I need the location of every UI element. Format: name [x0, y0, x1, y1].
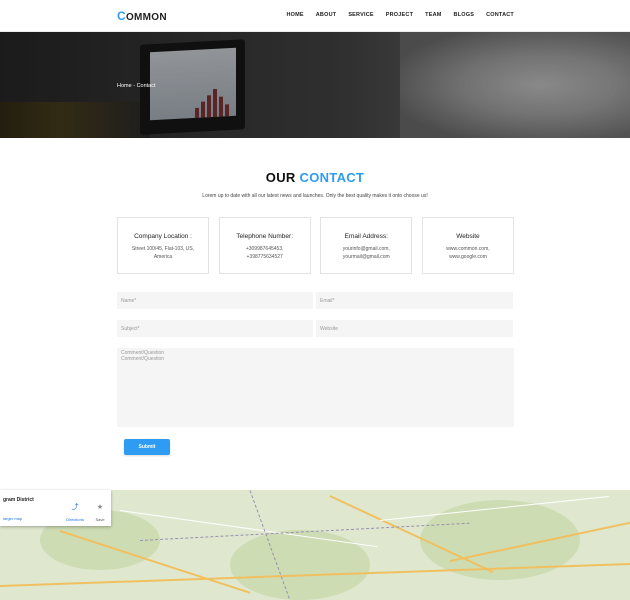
save-button[interactable]: ★ Save: [92, 496, 108, 522]
card-line: +309987645453,: [245, 246, 284, 252]
card-telephone: Telephone Number: +309987645453, +398775…: [218, 217, 311, 274]
directions-icon: ⤴: [71, 504, 79, 511]
nav-blogs[interactable]: BLOGS: [454, 12, 475, 18]
larger-map-link[interactable]: larger map: [3, 516, 22, 521]
site-header: COMMON HOME ABOUT SERVICE PROJECT TEAM B…: [0, 0, 630, 32]
page-subtitle: Lorem up to date with all our latest new…: [202, 193, 428, 199]
site-logo[interactable]: COMMON: [117, 9, 167, 23]
main-nav: HOME ABOUT SERVICE PROJECT TEAM BLOGS CO…: [274, 12, 514, 18]
star-icon: ★: [96, 504, 104, 511]
contact-info-cards: Company Location : Street 100/45, Flat-1…: [117, 217, 514, 274]
nav-about[interactable]: ABOUT: [316, 12, 337, 18]
breadcrumb: Home - Contact: [117, 83, 156, 89]
breadcrumb-home[interactable]: Home: [117, 83, 132, 89]
card-title: Company Location :: [134, 233, 192, 240]
map-info-card: gram District larger map ⤴ Directions ★ …: [0, 490, 111, 526]
logo-initial: C: [117, 9, 126, 23]
page-title: OUR CONTACT: [0, 170, 630, 185]
hero-overlay: [0, 32, 630, 138]
nav-project[interactable]: PROJECT: [386, 12, 413, 18]
save-label: Save: [95, 517, 105, 522]
website-field[interactable]: Website: [316, 320, 513, 337]
page-title-accent: CONTACT: [299, 170, 365, 185]
name-field[interactable]: Name*: [117, 292, 313, 309]
nav-team[interactable]: TEAM: [425, 12, 441, 18]
card-website: Website www.common.com, www.google.com: [421, 217, 514, 274]
submit-button[interactable]: Submit: [124, 439, 170, 455]
card-email: Email Address: yourinfo@gmail.com, yourm…: [320, 217, 413, 274]
map-place-title: gram District: [3, 497, 34, 503]
email-field[interactable]: Email*: [316, 292, 513, 309]
card-title: Website: [456, 233, 480, 240]
nav-contact[interactable]: CONTACT: [486, 12, 514, 18]
map-terrain: [230, 530, 370, 600]
card-line[interactable]: yourinfo@gmail.com,: [321, 245, 411, 253]
card-line: Street 100/45, Flat-103, US,: [131, 246, 195, 252]
card-line[interactable]: www.google.com: [423, 253, 513, 261]
card-line: America: [153, 254, 173, 260]
directions-label: Directions: [66, 517, 84, 522]
page-title-plain: OUR: [265, 170, 300, 185]
comment-value: Comment/Question: [121, 356, 165, 362]
hero-banner: [0, 32, 630, 138]
card-line[interactable]: yourmail@gmail.com: [321, 253, 411, 261]
comment-textarea[interactable]: Comment/Question Comment/Question: [117, 348, 514, 427]
card-line: +398775634527: [246, 254, 283, 260]
nav-service[interactable]: SERVICE: [348, 12, 373, 18]
card-location: Company Location : Street 100/45, Flat-1…: [117, 217, 209, 274]
card-line[interactable]: www.common.com,: [423, 245, 513, 253]
logo-text: OMMON: [125, 12, 167, 23]
nav-home[interactable]: HOME: [286, 12, 303, 18]
subject-field[interactable]: Subject*: [117, 320, 313, 337]
directions-button[interactable]: ⤴ Directions: [65, 496, 85, 522]
card-title: Telephone Number:: [236, 233, 294, 240]
card-title: Email Address:: [344, 233, 388, 240]
breadcrumb-current: Contact: [136, 83, 156, 89]
